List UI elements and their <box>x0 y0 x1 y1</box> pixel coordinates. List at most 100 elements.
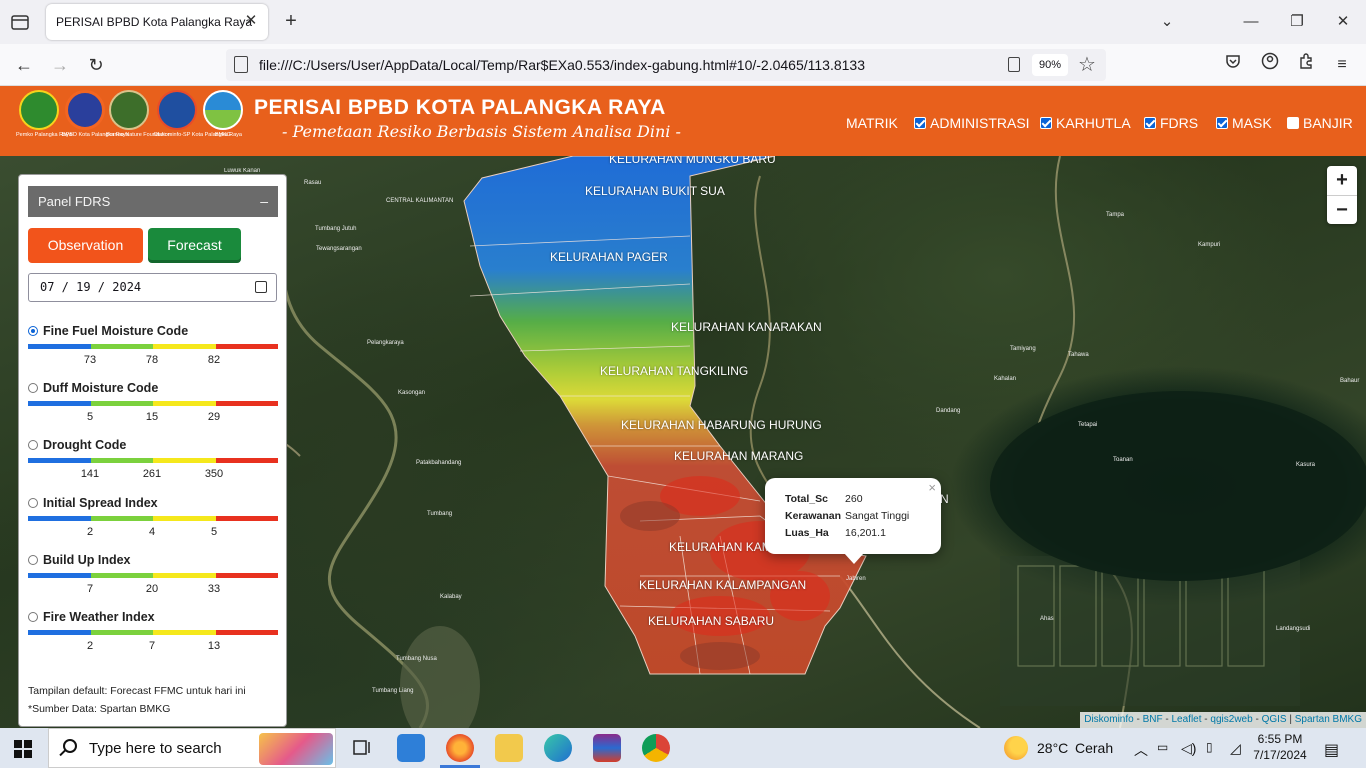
zoom-level-badge[interactable]: 90% <box>1032 54 1068 76</box>
menu-administrasi[interactable]: ADMINISTRASI <box>914 115 1030 131</box>
chrome-app-icon[interactable] <box>642 734 670 762</box>
index-radio[interactable] <box>28 612 38 622</box>
account-icon[interactable] <box>1257 52 1283 78</box>
scale-segment <box>153 344 216 349</box>
close-tab-icon[interactable]: ✕ <box>242 12 260 30</box>
volume-icon[interactable]: ◁) <box>1181 740 1196 757</box>
fdrs-index-item[interactable]: Duff Moisture Code 5 15 29 <box>28 380 278 423</box>
karhutla-checkbox[interactable] <box>1040 117 1052 129</box>
attribution-link[interactable]: qgis2web <box>1210 714 1252 725</box>
new-tab-button[interactable]: + <box>280 10 302 32</box>
bookmark-star-icon[interactable]: ☆ <box>1078 52 1096 77</box>
attribution-link[interactable]: BNF <box>1143 714 1163 725</box>
forecast-button[interactable]: Forecast <box>148 228 241 263</box>
scale-segment <box>28 401 91 407</box>
reader-view-icon[interactable] <box>1008 57 1020 72</box>
fdrs-index-item[interactable]: Drought Code 141 261 350 <box>28 437 278 480</box>
index-title[interactable]: Drought Code <box>28 437 278 453</box>
forward-arrow-icon[interactable]: → <box>46 52 74 78</box>
scale-segment <box>215 401 278 407</box>
weather-temp[interactable]: 28°C <box>1037 740 1068 756</box>
browser-tab[interactable]: PERISAI BPBD Kota Palangka Raya ✕ <box>46 4 268 40</box>
index-radio[interactable] <box>28 326 38 336</box>
mail-app-icon[interactable] <box>397 734 425 762</box>
observation-button[interactable]: Observation <box>28 228 143 263</box>
hamburger-menu-icon[interactable]: ≡ <box>1329 52 1355 78</box>
weather-icon[interactable] <box>1004 736 1028 760</box>
zoom-out-button[interactable]: − <box>1327 195 1357 224</box>
pocket-icon[interactable] <box>1220 52 1246 78</box>
back-arrow-icon[interactable]: ← <box>10 52 38 78</box>
page-icon <box>234 56 248 73</box>
index-radio[interactable] <box>28 440 38 451</box>
restore-window-button[interactable]: ❐ <box>1274 0 1320 44</box>
notification-icon[interactable]: ▤ <box>1324 740 1339 760</box>
task-view-icon[interactable] <box>348 734 376 762</box>
scale-segment <box>28 515 91 521</box>
index-title[interactable]: Initial Spread Index <box>28 495 278 511</box>
winrar-app-icon[interactable] <box>593 734 621 762</box>
menu-karhutla[interactable]: KARHUTLA <box>1040 115 1131 131</box>
fdrs-index-item[interactable]: Fine Fuel Moisture Code 73 78 82 <box>28 323 278 366</box>
fdrs-index-item[interactable]: Fire Weather Index 2 7 13 <box>28 609 278 652</box>
battery-icon[interactable]: ▯ <box>1206 740 1213 754</box>
tray-chevron-icon[interactable]: ︿ <box>1134 740 1148 760</box>
date-input[interactable]: 07 / 19 / 2024 <box>28 273 277 302</box>
url-text[interactable]: file:///C:/Users/User/AppData/Local/Temp… <box>259 57 865 73</box>
administrasi-checkbox[interactable] <box>914 117 926 129</box>
panel-minimize-button[interactable]: – <box>260 186 268 217</box>
fdrs-checkbox[interactable] <box>1144 117 1156 129</box>
calendar-icon[interactable] <box>255 281 267 293</box>
index-label: Drought Code <box>43 438 127 453</box>
close-window-button[interactable]: ✕ <box>1320 0 1366 44</box>
index-radio[interactable] <box>28 554 38 565</box>
logo-caption: Borneo Nature Foundation <box>106 132 171 138</box>
default-note: Tampilan default: Forecast FFMC untuk ha… <box>28 685 246 697</box>
color-scale <box>28 572 278 578</box>
index-radio[interactable] <box>28 383 38 394</box>
menu-fdrs[interactable]: FDRS <box>1144 115 1198 131</box>
panel-header[interactable]: Panel FDRS – <box>28 186 278 217</box>
file-explorer-icon[interactable] <box>495 734 523 762</box>
scale-tick-label: 7 <box>148 640 156 652</box>
mask-checkbox[interactable] <box>1216 117 1228 129</box>
tab-list-icon[interactable] <box>8 10 32 34</box>
attribution-link[interactable]: Leaflet <box>1171 714 1201 725</box>
logo-caption: Diskominfo-SP Kota Palangka Raya <box>154 132 242 138</box>
diskominfo-logo-icon <box>157 90 197 130</box>
edge-app-icon[interactable] <box>544 734 572 762</box>
attribution-link[interactable]: QGIS <box>1262 714 1287 725</box>
index-title[interactable]: Build Up Index <box>28 552 278 568</box>
date-value: 07 / 19 / 2024 <box>40 280 142 294</box>
menu-banjir[interactable]: BANJIR <box>1287 115 1353 131</box>
fdrs-index-item[interactable]: Build Up Index 7 20 33 <box>28 552 278 595</box>
menu-matrik[interactable]: MATRIK <box>846 115 898 131</box>
zoom-in-button[interactable]: + <box>1327 166 1357 195</box>
minimize-window-button[interactable]: — <box>1228 0 1274 44</box>
attribution-link[interactable]: Spartan BMKG <box>1295 714 1362 725</box>
scale-tick-label: 261 <box>142 468 162 481</box>
firefox-app-icon[interactable] <box>446 734 474 762</box>
menu-mask[interactable]: MASK <box>1216 115 1272 131</box>
bnf-logo-icon <box>109 90 149 130</box>
tab-overflow-chevron-icon[interactable]: ⌄ <box>1144 0 1190 44</box>
windows-start-icon[interactable] <box>14 740 32 758</box>
attribution-link[interactable]: Diskominfo <box>1084 714 1133 725</box>
banjir-checkbox[interactable] <box>1287 117 1299 129</box>
network-icon[interactable]: ▭ <box>1157 740 1168 754</box>
weather-text[interactable]: Cerah <box>1075 740 1113 756</box>
address-bar[interactable]: file:///C:/Users/User/AppData/Local/Temp… <box>226 49 1106 81</box>
index-title[interactable]: Fine Fuel Moisture Code <box>28 323 278 339</box>
taskbar-clock[interactable]: 6:55 PM 7/17/2024 <box>1252 731 1308 763</box>
wifi-icon[interactable]: ◿ <box>1230 740 1241 757</box>
extensions-icon[interactable] <box>1293 52 1319 78</box>
index-title[interactable]: Fire Weather Index <box>28 609 278 625</box>
index-label: Fire Weather Index <box>43 610 155 624</box>
index-title[interactable]: Duff Moisture Code <box>28 380 278 396</box>
reload-icon[interactable]: ↻ <box>82 52 110 78</box>
index-radio[interactable] <box>28 497 38 508</box>
popup-close-icon[interactable]: × <box>928 480 936 495</box>
scale-segment <box>90 401 153 407</box>
fdrs-index-item[interactable]: Initial Spread Index 2 4 5 <box>28 495 278 538</box>
taskbar-search[interactable]: Type here to search <box>48 728 336 768</box>
